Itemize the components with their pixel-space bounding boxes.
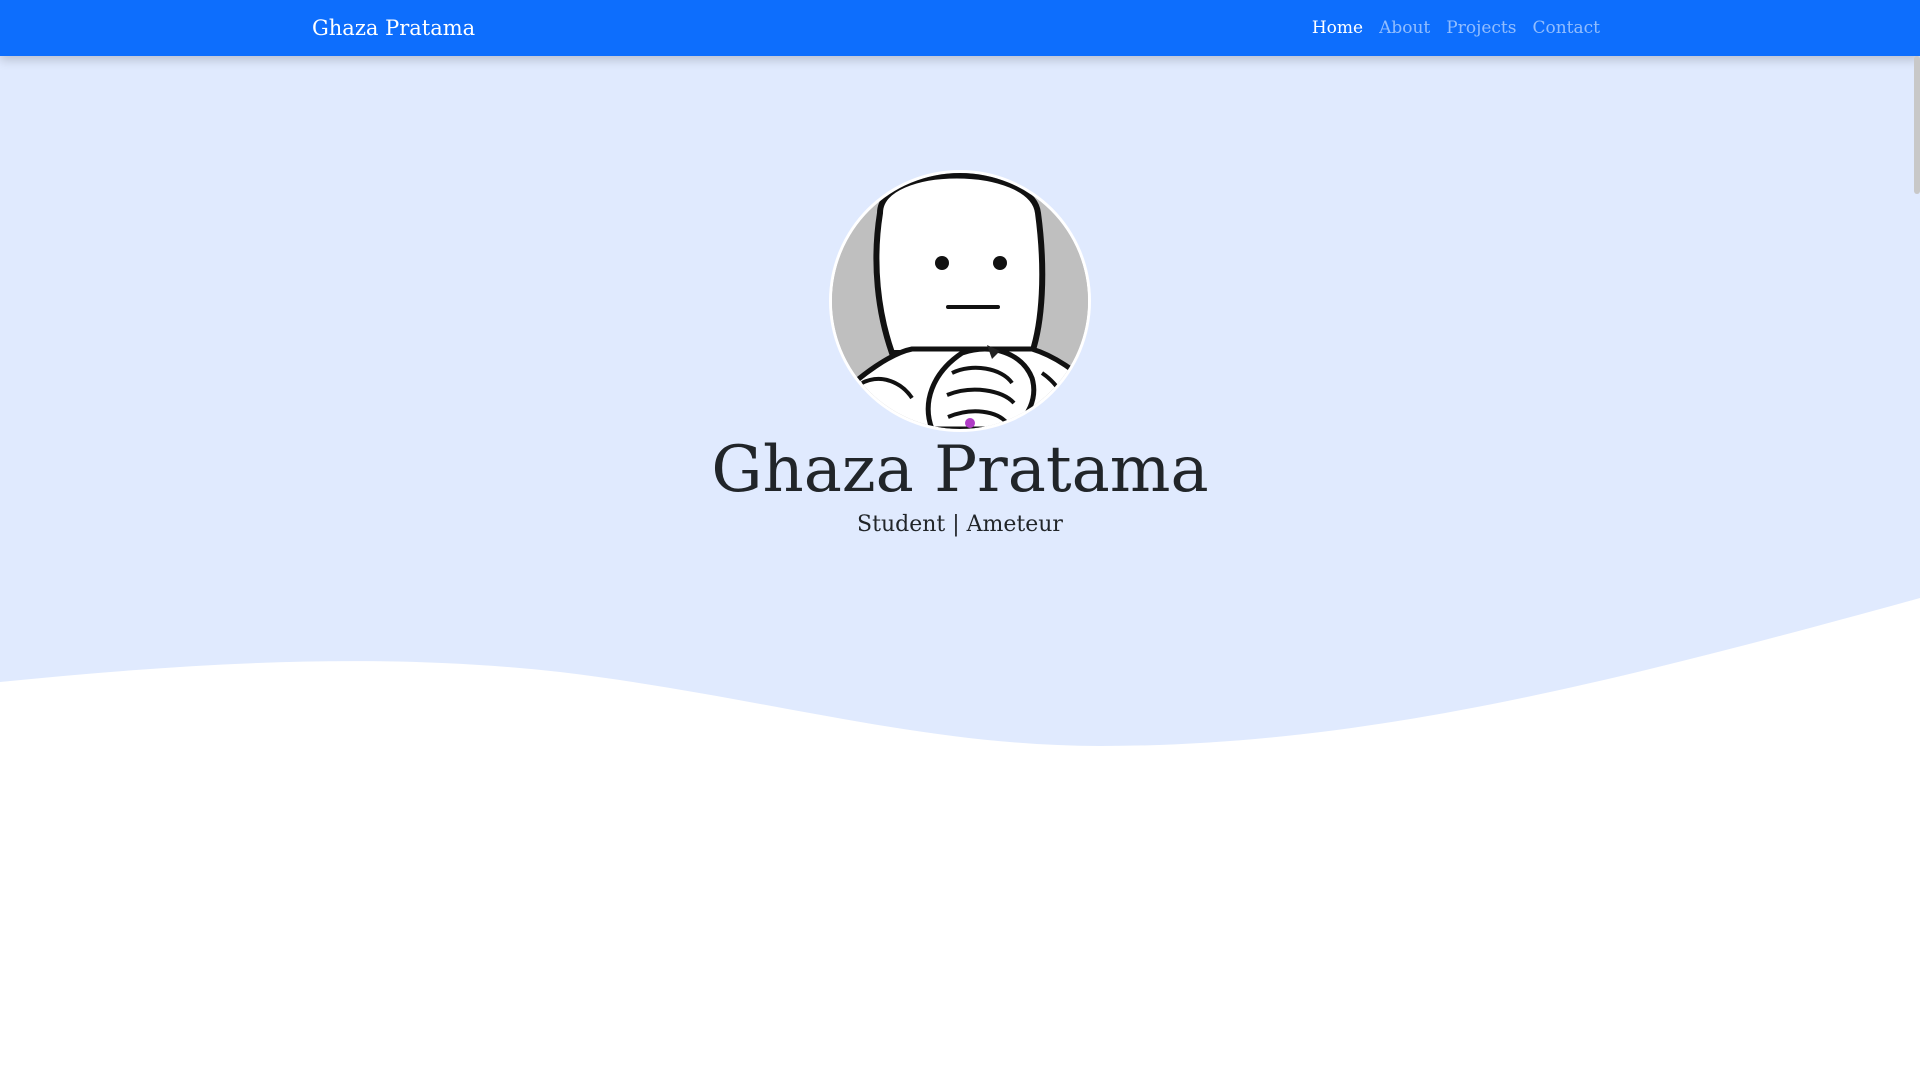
hero-section: Ghaza Pratama Student | Ameteur [0,56,1920,826]
nav-link-contact[interactable]: Contact [1532,14,1600,42]
nav-link-about[interactable]: About [1379,14,1430,42]
page: Ghaza Pratama Home About Projects Contac… [0,0,1920,1080]
hero-subtitle: Student | Ameteur [857,512,1063,537]
cartoon-face-avatar-icon [832,173,1088,429]
hero-title: Ghaza Pratama [711,433,1209,507]
nav-link-home[interactable]: Home [1312,14,1363,42]
navbar-brand[interactable]: Ghaza Pratama [312,13,475,43]
scrollbar-thumb[interactable] [1914,56,1920,194]
navbar: Ghaza Pratama Home About Projects Contac… [0,0,1920,56]
nav-link-projects[interactable]: Projects [1446,14,1516,42]
avatar [832,173,1088,429]
wave-divider [0,598,1920,826]
avatar-frame [829,170,1091,432]
nav-links: Home About Projects Contact [1312,14,1600,42]
